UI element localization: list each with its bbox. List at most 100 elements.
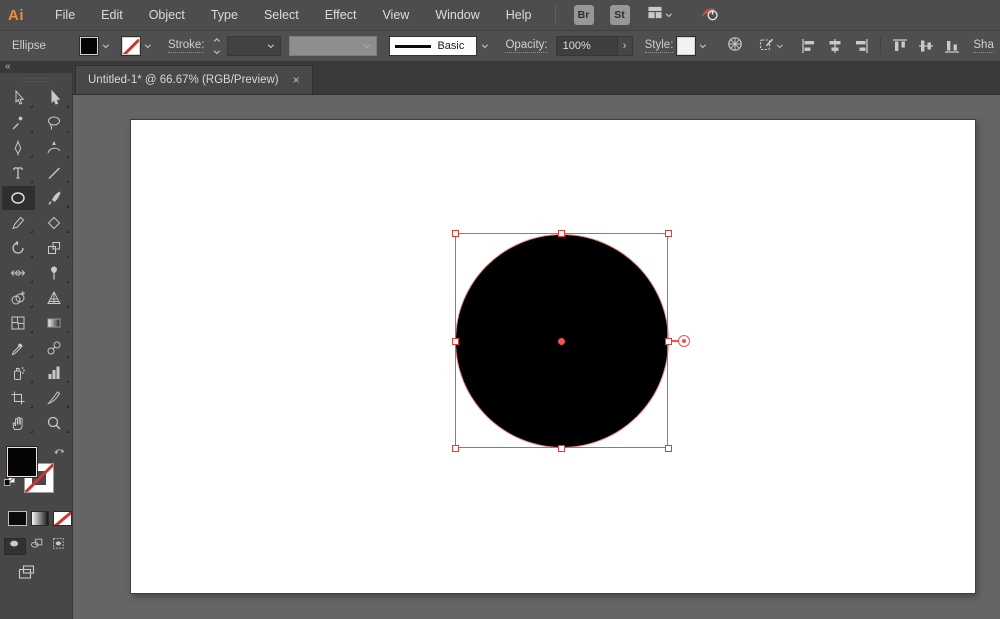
stroke-weight-stepper[interactable] [212,35,223,58]
selection-handle[interactable] [452,445,459,452]
mesh-tool[interactable] [2,311,35,335]
default-fill-stroke-icon[interactable] [3,476,17,494]
collapse-panel-button[interactable]: « [5,61,11,72]
gradient-tool[interactable] [38,311,71,335]
style-dropdown-chevron-icon[interactable] [698,41,709,52]
selection-tool[interactable] [2,86,35,110]
menu-help[interactable]: Help [493,0,545,30]
opacity-input[interactable]: 100% [556,36,618,56]
pencil-tool[interactable] [2,211,35,235]
selection-handle[interactable] [665,230,672,237]
hand-tool[interactable] [2,411,35,435]
vertical-align-center-button[interactable] [917,38,935,54]
horizontal-align-left-button[interactable] [800,38,818,54]
stroke-panel-link[interactable]: Stroke: [168,39,204,53]
free-transform-tool[interactable] [38,261,71,285]
fill-dropdown-chevron-icon[interactable] [101,41,112,52]
brush-definition-select[interactable]: Basic [389,36,477,56]
vertical-align-top-button[interactable] [891,38,909,54]
perspective-grid-tool[interactable] [38,286,71,310]
horizontal-align-right-button[interactable] [852,38,870,54]
menu-type[interactable]: Type [198,0,251,30]
style-panel-link[interactable]: Style: [645,39,674,53]
color-button[interactable] [8,511,27,526]
slice-tool[interactable] [38,386,71,410]
pie-widget-handle[interactable] [678,335,690,347]
direct-selection-tool[interactable] [38,86,71,110]
artboard-tool[interactable] [2,386,35,410]
type-tool[interactable] [2,161,35,185]
fill-proxy-swatch[interactable] [7,447,37,477]
menu-select[interactable]: Select [251,0,312,30]
close-tab-icon[interactable]: × [293,74,300,86]
stepper-up-icon[interactable] [212,35,223,46]
workspace-switcher[interactable] [646,5,675,25]
document-tab[interactable]: Untitled-1* @ 66.67% (RGB/Preview) × [75,65,313,94]
zoom-tool[interactable] [38,411,71,435]
pen-tool[interactable] [2,136,35,160]
fill-color-swatch[interactable] [80,37,98,55]
gradient-button[interactable] [31,511,50,526]
rotate-tool[interactable] [2,236,35,260]
draw-behind-button[interactable] [26,538,48,555]
gpu-performance-button[interactable] [697,4,721,27]
fill-stroke-widget [0,445,72,497]
eyedropper-tool[interactable] [2,336,35,360]
width-tool[interactable] [2,261,35,285]
symbol-sprayer-tool[interactable] [2,361,35,385]
stepper-down-icon[interactable] [212,47,223,58]
draw-inside-button[interactable] [48,538,70,555]
app-logo: Ai [8,7,42,24]
selection-handle[interactable] [452,338,459,345]
scale-tool[interactable] [38,236,71,260]
isolate-object-button[interactable] [759,36,786,57]
shaper-tool[interactable] [38,211,71,235]
brush-stroke-preview [395,45,431,48]
none-button[interactable] [53,511,72,526]
draw-normal-button[interactable] [4,538,26,555]
graphic-style-swatch[interactable] [677,37,695,55]
menu-edit[interactable]: Edit [88,0,136,30]
selection-center-point[interactable] [558,338,565,345]
menu-window[interactable]: Window [422,0,492,30]
panel-grip[interactable] [23,78,49,82]
change-screen-mode-button[interactable] [0,564,72,585]
menu-file[interactable]: File [42,0,88,30]
opacity-more-button[interactable]: › [618,36,633,56]
selection-handle[interactable] [665,445,672,452]
stroke-color-swatch[interactable] [122,37,140,55]
selection-handle[interactable] [558,445,565,452]
brush-dropdown-chevron-icon[interactable] [480,41,491,52]
chevron-down-icon [775,41,786,52]
magic-wand-tool[interactable] [2,111,35,135]
ellipse-tool[interactable] [2,186,35,210]
stroke-dropdown-chevron-icon[interactable] [143,41,154,52]
paintbrush-tool[interactable] [38,186,71,210]
horizontal-align-center-button[interactable] [826,38,844,54]
shape-panel-link[interactable]: Sha [973,39,993,53]
stroke-weight-select[interactable] [227,36,281,56]
brushes-panel-button[interactable]: Br [574,5,594,25]
swap-fill-stroke-icon[interactable] [53,445,67,463]
align-group-separator [880,37,881,55]
workspace-icon [646,5,664,25]
blend-tool[interactable] [38,336,71,360]
line-segment-tool[interactable] [38,161,71,185]
selection-handle[interactable] [558,230,565,237]
isolate-mode-icon [759,36,775,57]
menu-object[interactable]: Object [136,0,198,30]
shape-builder-tool[interactable] [2,286,35,310]
opacity-panel-link[interactable]: Opacity: [505,39,547,53]
canvas[interactable] [73,95,1000,619]
recolor-artwork-button[interactable] [727,36,743,57]
column-graph-tool[interactable] [38,361,71,385]
menu-view[interactable]: View [369,0,422,30]
menu-effect[interactable]: Effect [312,0,370,30]
graphic-styles-panel-button[interactable]: St [610,5,630,25]
curvature-tool[interactable] [38,136,71,160]
selection-handle[interactable] [665,338,672,345]
lasso-tool[interactable] [38,111,71,135]
selection-handle[interactable] [452,230,459,237]
gpu-power-icon [697,4,721,27]
vertical-align-bottom-button[interactable] [943,38,961,54]
